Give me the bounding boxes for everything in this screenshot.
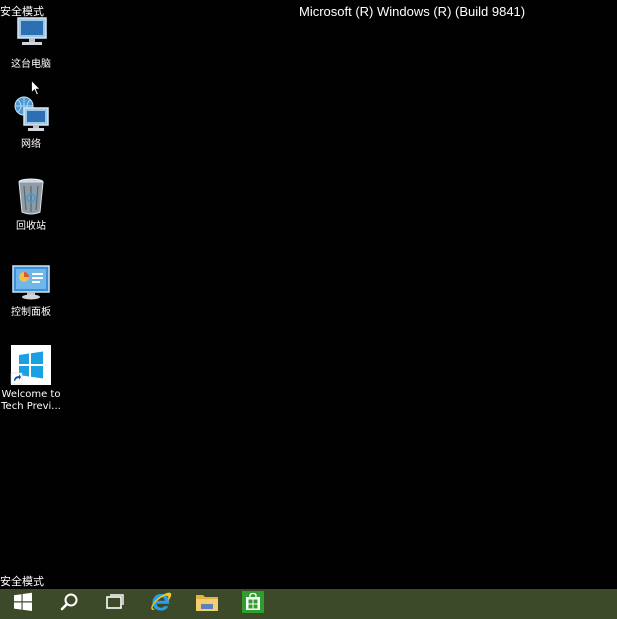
taskbar xyxy=(0,589,617,619)
desktop-icon-welcome-tech-preview[interactable]: Welcome to Tech Previ... xyxy=(0,344,62,413)
network-icon xyxy=(10,94,52,136)
desktop-icon-label: 网络 xyxy=(21,139,41,150)
task-view-icon xyxy=(105,592,125,616)
desktop-icon-label: 控制面板 xyxy=(11,307,51,318)
desktop[interactable]: 安全模式 Microsoft (R) Windows (R) (Build 98… xyxy=(0,0,617,619)
store-button[interactable] xyxy=(230,589,276,619)
build-watermark: Microsoft (R) Windows (R) (Build 9841) xyxy=(299,4,526,19)
windows-shortcut-icon xyxy=(10,344,52,386)
recycle-bin-icon xyxy=(10,176,52,218)
search-icon xyxy=(59,592,79,616)
task-view-button[interactable] xyxy=(92,589,138,619)
safe-mode-watermark-bottom-left: 安全模式 xyxy=(0,575,44,588)
windows-logo-icon xyxy=(13,592,33,616)
mouse-cursor-icon xyxy=(31,79,42,96)
desktop-icon-control-panel[interactable]: 控制面板 xyxy=(0,262,62,319)
desktop-icon-network[interactable]: 网络 xyxy=(0,94,62,151)
desktop-icon-recycle-bin[interactable]: 回收站 xyxy=(0,176,62,233)
internet-explorer-icon xyxy=(149,590,173,618)
search-button[interactable] xyxy=(46,589,92,619)
desktop-icon-label: Welcome to Tech Previ... xyxy=(1,389,61,412)
desktop-icon-this-pc[interactable]: 这台电脑 xyxy=(0,14,62,71)
file-explorer-button[interactable] xyxy=(184,589,230,619)
computer-icon xyxy=(10,14,52,56)
start-button[interactable] xyxy=(0,589,46,619)
desktop-icon-label: 这台电脑 xyxy=(11,59,51,70)
control-panel-icon xyxy=(10,262,52,304)
store-icon xyxy=(242,591,264,617)
desktop-icon-label: 回收站 xyxy=(16,221,46,232)
internet-explorer-button[interactable] xyxy=(138,589,184,619)
folder-icon xyxy=(195,591,219,617)
